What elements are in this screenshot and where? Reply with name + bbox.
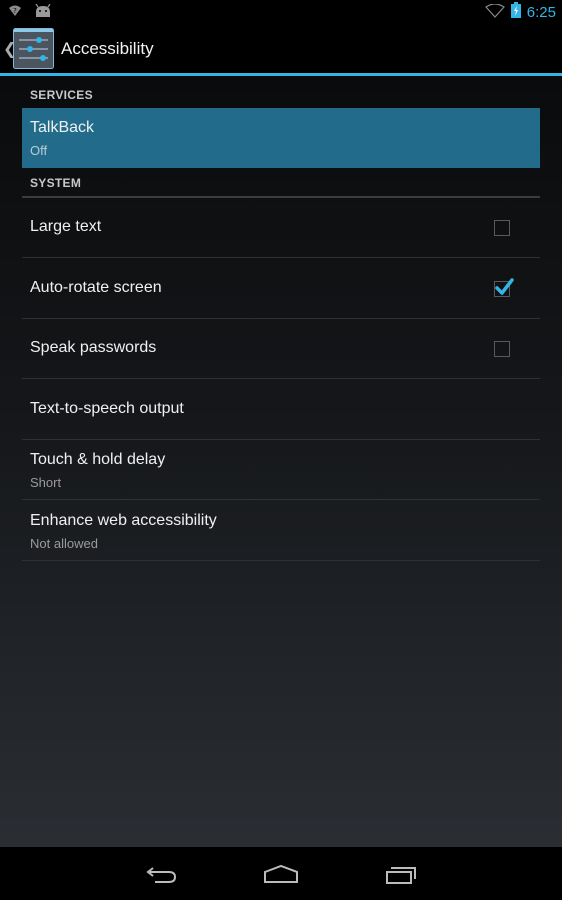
home-icon bbox=[264, 864, 298, 883]
back-icon bbox=[146, 867, 177, 883]
status-bar: ? 6:25 bbox=[0, 0, 562, 24]
wifi-question-icon: ? bbox=[8, 3, 22, 22]
list-item-enhance-web-accessibility[interactable]: Enhance web accessibility Not allowed bbox=[22, 501, 540, 561]
item-title: Touch & hold delay bbox=[30, 451, 166, 468]
back-button[interactable] bbox=[137, 859, 187, 889]
section-header-system: SYSTEM bbox=[22, 168, 540, 198]
svg-text:?: ? bbox=[13, 7, 17, 15]
checkmark-icon bbox=[495, 278, 514, 295]
list-item-auto-rotate-screen[interactable]: Auto-rotate screen bbox=[22, 259, 540, 319]
list-item-text-to-speech-output[interactable]: Text-to-speech output bbox=[22, 380, 540, 440]
clock: 6:25 bbox=[526, 3, 556, 21]
item-title: TalkBack bbox=[30, 119, 95, 136]
recent-apps-button[interactable] bbox=[376, 859, 426, 889]
settings-sliders-icon[interactable] bbox=[13, 28, 54, 69]
item-title: Enhance web accessibility bbox=[30, 512, 217, 529]
wifi-icon bbox=[484, 2, 505, 22]
action-bar: ❮ Accessibility bbox=[0, 24, 562, 74]
list-item-large-text[interactable]: Large text bbox=[22, 198, 540, 258]
item-summary: Short bbox=[30, 475, 62, 490]
list-item-speak-passwords[interactable]: Speak passwords bbox=[22, 319, 540, 379]
large-text-checkbox[interactable] bbox=[494, 220, 510, 236]
battery-charging-icon bbox=[510, 2, 521, 22]
item-title: Text-to-speech output bbox=[30, 400, 184, 417]
item-summary: Not allowed bbox=[30, 536, 98, 551]
home-button[interactable] bbox=[256, 859, 306, 889]
speak-passwords-checkbox[interactable] bbox=[494, 341, 510, 357]
navigation-bar bbox=[0, 847, 562, 900]
item-summary: Off bbox=[30, 143, 48, 158]
item-title: Large text bbox=[30, 218, 102, 235]
section-header-services: SERVICES bbox=[22, 80, 540, 110]
item-title: Auto-rotate screen bbox=[30, 279, 162, 296]
preferences-list: SERVICES TalkBack Off SYSTEM Large text … bbox=[0, 76, 562, 847]
recent-apps-icon bbox=[386, 867, 416, 884]
auto-rotate-checkbox[interactable] bbox=[494, 278, 514, 297]
list-item-talkback[interactable]: TalkBack Off bbox=[22, 108, 540, 168]
item-title: Speak passwords bbox=[30, 339, 157, 356]
android-icon bbox=[34, 3, 52, 22]
list-item-touch-hold-delay[interactable]: Touch & hold delay Short bbox=[22, 440, 540, 500]
page-title: Accessibility bbox=[61, 39, 154, 58]
